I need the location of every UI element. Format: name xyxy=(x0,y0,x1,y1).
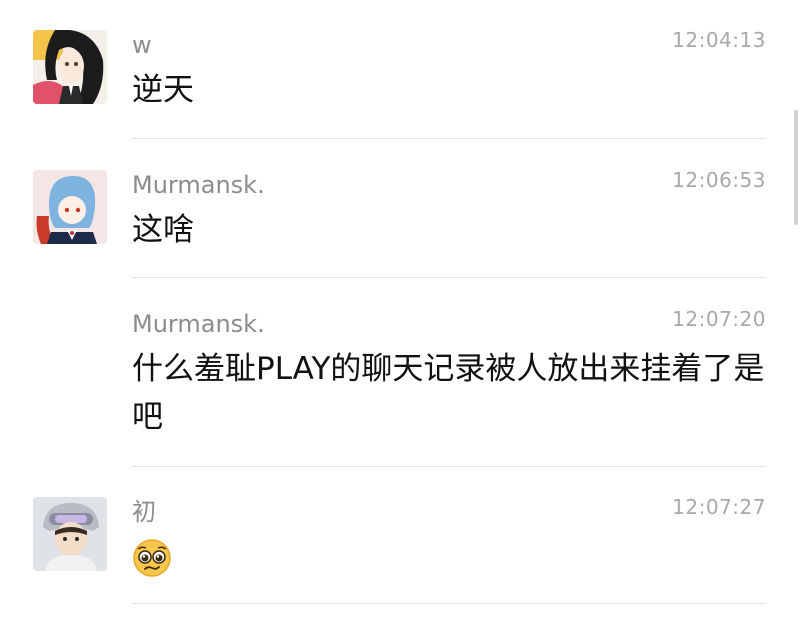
chat-message[interactable]: Murmansk. 12:06:53 这啥 xyxy=(0,140,800,279)
message-text[interactable]: 什么羞耻PLAY的聊天记录被人放出来挂着了是吧 xyxy=(132,345,767,441)
message-timestamp: 12:07:27 xyxy=(672,495,766,519)
anime-girl-black-hair-avatar-icon xyxy=(33,30,107,104)
message-divider xyxy=(132,603,766,604)
message-text[interactable]: 逆天 xyxy=(132,66,767,114)
sender-name[interactable]: Murmansk. xyxy=(132,310,265,338)
avatar[interactable] xyxy=(33,30,107,104)
sender-name[interactable]: Murmansk. xyxy=(132,171,265,199)
pleading-face-emoji-icon xyxy=(133,539,171,577)
message-timestamp: 12:06:53 xyxy=(672,168,766,192)
chat-message[interactable]: Murmansk. 12:07:20 什么羞耻PLAY的聊天记录被人放出来挂着了… xyxy=(0,279,800,467)
scrollbar[interactable] xyxy=(794,110,798,225)
sender-name[interactable]: 初 xyxy=(132,498,156,526)
chat-message[interactable]: w 12:04:13 逆天 xyxy=(0,0,800,140)
sender-name[interactable]: w xyxy=(132,31,152,59)
message-timestamp: 12:07:20 xyxy=(672,307,766,331)
anime-girl-blue-hair-avatar-icon xyxy=(33,170,107,244)
message-timestamp: 12:04:13 xyxy=(672,28,766,52)
message-divider xyxy=(132,138,766,139)
avatar[interactable] xyxy=(33,497,107,571)
message-divider xyxy=(132,277,766,278)
chat-message[interactable]: 初 12:07:27 xyxy=(0,467,800,617)
anime-boy-with-goggles-avatar-icon xyxy=(33,497,107,571)
pleading-face-emoji[interactable] xyxy=(132,538,172,578)
avatar[interactable] xyxy=(33,170,107,244)
message-text[interactable]: 这啥 xyxy=(132,206,767,254)
